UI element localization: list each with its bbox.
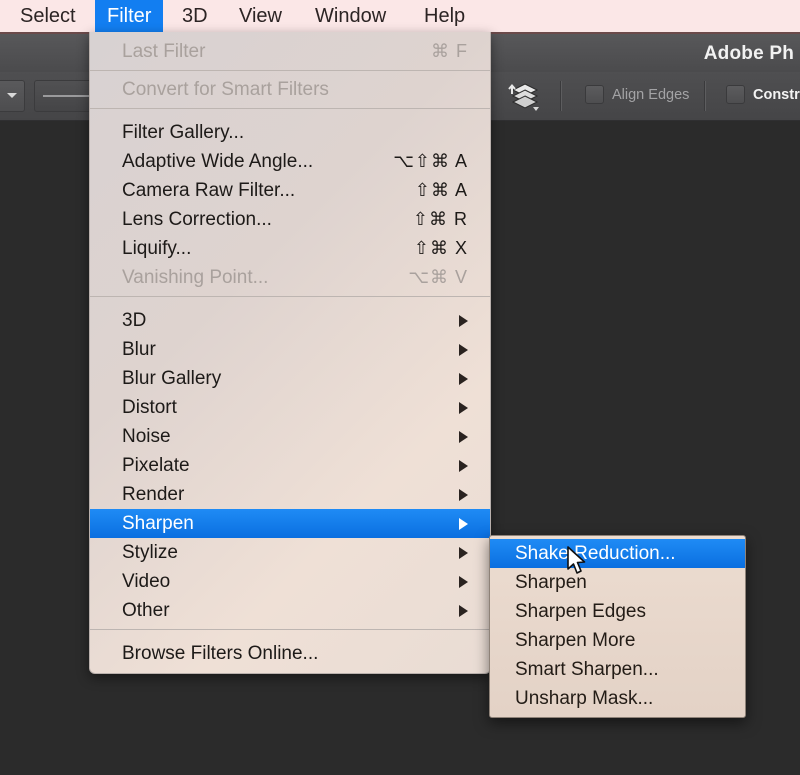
submenu-arrow-icon [459, 547, 468, 559]
submenu-arrow-icon [459, 518, 468, 530]
menu-row-label: Adaptive Wide Angle... [122, 151, 314, 172]
layers-icon[interactable] [507, 78, 543, 112]
menu-item-view[interactable]: View [227, 0, 294, 32]
menu-row-shortcut: ⌥⌘ V [408, 267, 468, 287]
submenu-arrow-icon [459, 402, 468, 414]
menu-row-label: Noise [122, 426, 171, 447]
menu-item-3d[interactable]: 3D [170, 0, 220, 32]
menu-row-label: Lens Correction... [122, 209, 272, 230]
menu-row-label: Render [122, 484, 185, 505]
submenu-item-unsharp-mask[interactable]: Unsharp Mask... [490, 684, 745, 713]
menu-row-label: Convert for Smart Filters [122, 79, 329, 100]
submenu-arrow-icon [459, 489, 468, 501]
menu-bar: Select Filter 3D View Window Help [0, 0, 800, 32]
menu-row-3d[interactable]: 3D [90, 306, 490, 335]
menu-item-help[interactable]: Help [412, 0, 477, 32]
menu-row-label: Last Filter [122, 41, 206, 62]
menu-row-camera-raw-filter[interactable]: Camera Raw Filter... ⇧⌘ A [90, 176, 490, 205]
menu-row-browse-filters-online[interactable]: Browse Filters Online... [90, 639, 490, 668]
menu-row-liquify[interactable]: Liquify... ⇧⌘ X [90, 234, 490, 263]
submenu-item-smart-sharpen[interactable]: Smart Sharpen... [490, 655, 745, 684]
options-separator [560, 81, 562, 111]
menu-row-label: Browse Filters Online... [122, 643, 319, 664]
options-separator [704, 81, 706, 111]
menu-padding [90, 668, 490, 673]
menu-row-label: Stylize [122, 542, 178, 563]
submenu-item-label: Smart Sharpen... [515, 659, 659, 680]
menu-row-label: Vanishing Point... [122, 267, 269, 288]
menu-row-shortcut: ⌥⇧⌘ A [393, 151, 468, 171]
submenu-arrow-icon [459, 315, 468, 327]
menu-row-blur-gallery[interactable]: Blur Gallery [90, 364, 490, 393]
menu-row-render[interactable]: Render [90, 480, 490, 509]
app-title: Adobe Ph [703, 43, 794, 64]
submenu-arrow-icon [459, 373, 468, 385]
menu-row-label: Sharpen [122, 513, 194, 534]
menu-row-label: Blur Gallery [122, 368, 222, 389]
submenu-item-label: Sharpen More [515, 630, 636, 651]
submenu-item-label: Sharpen Edges [515, 601, 646, 622]
filter-dropdown-menu: Last Filter ⌘ F Convert for Smart Filter… [89, 32, 491, 674]
submenu-item-shake-reduction[interactable]: Shake Reduction... [490, 539, 745, 568]
menu-item-select[interactable]: Select [8, 0, 88, 32]
submenu-item-label: Sharpen [515, 572, 587, 593]
menu-row-label: Filter Gallery... [122, 122, 245, 143]
menu-row-label: Liquify... [122, 238, 192, 259]
submenu-arrow-icon [459, 576, 468, 588]
submenu-item-sharpen[interactable]: Sharpen [490, 568, 745, 597]
menu-row-sharpen[interactable]: Sharpen [90, 509, 490, 538]
menu-row-shortcut: ⇧⌘ X [413, 238, 468, 258]
menu-row-filter-gallery[interactable]: Filter Gallery... [90, 118, 490, 147]
menu-separator [90, 70, 490, 71]
menu-row-label: Video [122, 571, 171, 592]
menu-row-stylize[interactable]: Stylize [90, 538, 490, 567]
align-edges-checkbox[interactable] [585, 85, 604, 104]
menu-separator [90, 629, 490, 630]
menu-row-shortcut: ⇧⌘ R [412, 209, 468, 229]
menu-separator [90, 296, 490, 297]
submenu-arrow-icon [459, 605, 468, 617]
menu-row-blur[interactable]: Blur [90, 335, 490, 364]
menu-row-distort[interactable]: Distort [90, 393, 490, 422]
menu-row-label: 3D [122, 310, 147, 331]
sharpen-submenu: Shake Reduction... Sharpen Sharpen Edges… [489, 535, 746, 718]
menu-row-adaptive-wide-angle[interactable]: Adaptive Wide Angle... ⌥⇧⌘ A [90, 147, 490, 176]
menu-row-convert-for-smart-filters[interactable]: Convert for Smart Filters [90, 75, 490, 104]
menu-row-label: Blur [122, 339, 156, 360]
menu-row-shortcut: ⇧⌘ A [414, 180, 468, 200]
submenu-item-sharpen-more[interactable]: Sharpen More [490, 626, 745, 655]
menu-row-label: Pixelate [122, 455, 190, 476]
constrain-label: Constr [753, 86, 800, 103]
submenu-item-label: Unsharp Mask... [515, 688, 654, 709]
menu-row-lens-correction[interactable]: Lens Correction... ⇧⌘ R [90, 205, 490, 234]
align-edges-label: Align Edges [612, 86, 690, 103]
menu-row-label: Other [122, 600, 170, 621]
menu-item-window[interactable]: Window [303, 0, 398, 32]
menu-row-pixelate[interactable]: Pixelate [90, 451, 490, 480]
menu-row-label: Camera Raw Filter... [122, 180, 296, 201]
menu-row-other[interactable]: Other [90, 596, 490, 625]
menu-item-filter[interactable]: Filter [95, 0, 164, 32]
tool-preset-chevron-icon[interactable] [0, 80, 25, 112]
menu-row-noise[interactable]: Noise [90, 422, 490, 451]
submenu-arrow-icon [459, 460, 468, 472]
align-edges-checkbox-row[interactable]: Align Edges [585, 85, 689, 104]
submenu-item-sharpen-edges[interactable]: Sharpen Edges [490, 597, 745, 626]
menu-row-label: Distort [122, 397, 177, 418]
menu-row-shortcut: ⌘ F [431, 41, 468, 61]
submenu-arrow-icon [459, 431, 468, 443]
menu-row-video[interactable]: Video [90, 567, 490, 596]
constrain-checkbox-row[interactable]: Constr [726, 85, 800, 104]
menu-row-vanishing-point[interactable]: Vanishing Point... ⌥⌘ V [90, 263, 490, 292]
submenu-item-label: Shake Reduction... [515, 543, 676, 564]
menu-row-last-filter[interactable]: Last Filter ⌘ F [90, 37, 490, 66]
menu-separator [90, 108, 490, 109]
constrain-checkbox[interactable] [726, 85, 745, 104]
submenu-arrow-icon [459, 344, 468, 356]
